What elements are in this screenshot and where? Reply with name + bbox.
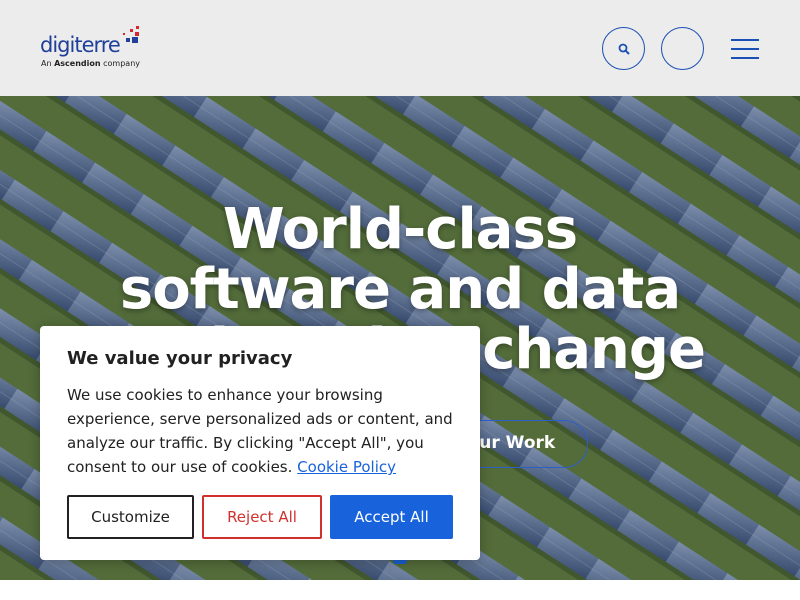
hamburger-menu-icon: [731, 39, 759, 41]
accept-all-button[interactable]: Accept All: [330, 495, 453, 539]
cookie-consent-banner: We value your privacy We use cookies to …: [40, 326, 480, 560]
customize-button[interactable]: Customize: [67, 495, 194, 539]
logo-pixel-mark: [123, 26, 139, 43]
page-content-start: [0, 580, 800, 600]
menu-button[interactable]: [731, 39, 759, 59]
logo-wordmark: digiterre: [40, 33, 121, 57]
cookie-banner-text: We use cookies to enhance your browsing …: [67, 383, 457, 479]
cookie-banner-title: We value your privacy: [67, 348, 293, 369]
cookie-policy-link[interactable]: Cookie Policy: [297, 458, 396, 476]
reject-all-button[interactable]: Reject All: [202, 495, 322, 539]
logo-subtitle: An Ascendion company: [41, 59, 140, 68]
search-button[interactable]: [602, 27, 645, 70]
search-icon: [618, 43, 630, 55]
language-button[interactable]: [661, 27, 704, 70]
site-header: digiterre An Ascendion company: [0, 0, 800, 96]
digiterre-logo[interactable]: digiterre An Ascendion company: [40, 25, 140, 73]
